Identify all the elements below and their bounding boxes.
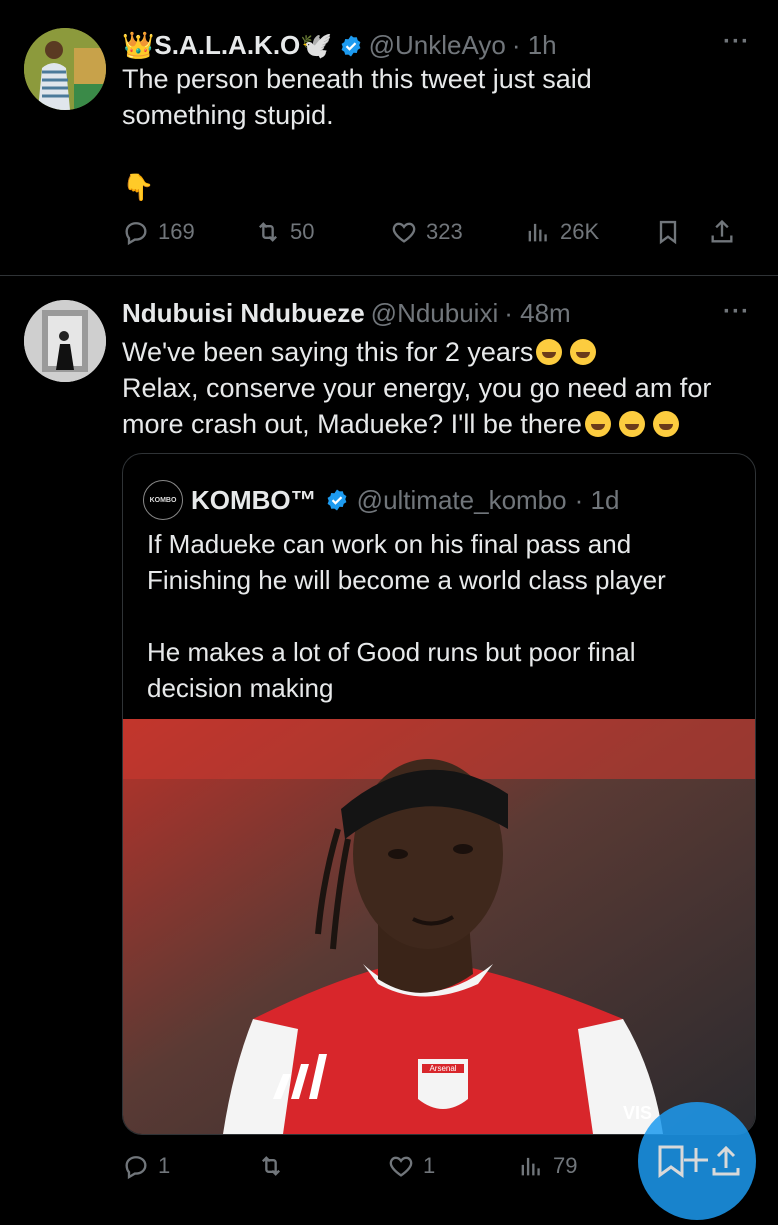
avatar-image (24, 300, 106, 382)
reply-count: 169 (158, 219, 195, 244)
quoted-tweet-image[interactable]: Arsenal VIS (123, 719, 755, 1134)
reply-icon (125, 1156, 147, 1180)
tweet-salako[interactable]: 👑S.A.L.A.K.O🕊️ @UnkleAyo · 1h ··· The pe… (0, 0, 778, 275)
quoted-text-line: If Madueke can work on his final pass an… (147, 529, 632, 559)
grinning-emoji (536, 339, 563, 365)
quoted-timestamp: · 1d (574, 484, 620, 515)
verified-icon (327, 489, 347, 511)
tweet-header: Ndubuisi Ndubueze @Ndubuixi · 48m (122, 298, 571, 329)
tweet-text-line: more crash out, Madueke? I'll be there (122, 406, 752, 442)
quoted-text-line: He makes a lot of Good runs but poor fin… (147, 637, 636, 667)
bookmark-icon (659, 220, 677, 245)
tweet-text-line: The person beneath this tweet just said (122, 64, 592, 94)
quoted-user-handle: @ultimate_kombo (356, 484, 567, 515)
avatar[interactable] (24, 28, 106, 110)
arsenal-badge: Arsenal (418, 1059, 468, 1109)
timestamp[interactable]: · 48m (504, 298, 570, 329)
user-handle[interactable]: @Ndubuixi (371, 298, 499, 329)
more-options-icon[interactable]: ··· (723, 28, 750, 56)
quoted-text-line: decision making (147, 673, 334, 703)
tweet-text-line-1: We've been saying this for 2 years (122, 337, 534, 367)
tweet-text-line: something stupid. (122, 100, 334, 130)
views-count: 79 (553, 1153, 578, 1178)
share-icon (711, 219, 733, 243)
share-button[interactable] (708, 218, 736, 246)
like-count: 323 (426, 219, 463, 244)
like-count: 1 (423, 1153, 436, 1178)
views-count: 26K (560, 219, 600, 244)
avatar[interactable] (24, 300, 106, 382)
quoted-display-name: KOMBO™ (191, 484, 317, 515)
repost-icon (262, 1156, 280, 1176)
tweet-text-line: We've been saying this for 2 years (122, 334, 752, 370)
views-icon (521, 1157, 540, 1176)
like-icon (389, 1156, 413, 1177)
reply-count: 1 (158, 1153, 171, 1178)
reply-button[interactable]: 1 (122, 1152, 257, 1180)
like-button[interactable]: 323 (390, 218, 524, 246)
quoted-tweet[interactable]: KOMBO KOMBO™ @ultimate_kombo · 1d If Mad… (122, 453, 756, 1135)
reply-icon (125, 222, 147, 246)
rofl-emoji (652, 411, 679, 437)
rofl-emoji (618, 411, 645, 437)
tweet-text: We've been saying this for 2 years Relax… (122, 334, 752, 442)
bookmark-button[interactable] (654, 218, 708, 246)
pointing-down-emoji: 👇 (122, 172, 155, 202)
display-name[interactable]: 👑S.A.L.A.K.O🕊️ (122, 30, 333, 61)
tweet-text-line-3: more crash out, Madueke? I'll be there (122, 409, 582, 439)
kombo-logo: KOMBO (143, 480, 183, 520)
views-icon (528, 223, 547, 242)
repost-icon (259, 222, 277, 242)
tweet-text: The person beneath this tweet just said … (122, 61, 742, 205)
avatar-image (24, 28, 106, 110)
repost-button[interactable] (257, 1152, 387, 1180)
verified-icon (341, 35, 361, 56)
like-button[interactable]: 1 (387, 1152, 517, 1180)
display-name[interactable]: Ndubuisi Ndubueze (122, 298, 365, 329)
badge-text: Arsenal (429, 1064, 456, 1073)
timestamp[interactable]: · 1h (512, 30, 557, 61)
action-bar: 169 50 323 26K (122, 212, 750, 252)
tweet-header: 👑S.A.L.A.K.O🕊️ @UnkleAyo · 1h (122, 30, 557, 61)
views-button[interactable]: 26K (524, 218, 654, 246)
repost-count: 50 (290, 219, 315, 244)
more-options-icon[interactable]: ··· (723, 298, 750, 326)
quoted-tweet-text: If Madueke can work on his final pass an… (147, 526, 737, 706)
grinning-emoji (584, 411, 611, 437)
user-handle[interactable]: @UnkleAyo (369, 30, 506, 61)
tweet-text-line: Relax, conserve your energy, you go need… (122, 373, 712, 403)
views-button[interactable]: 79 (517, 1152, 637, 1180)
compose-icon (658, 1145, 740, 1178)
repost-button[interactable]: 50 (254, 218, 390, 246)
like-icon (392, 222, 416, 243)
rofl-emoji (570, 339, 597, 365)
quoted-text-line: Finishing he will become a world class p… (147, 565, 666, 595)
reply-button[interactable]: 169 (122, 218, 254, 246)
quoted-tweet-header: KOMBO KOMBO™ @ultimate_kombo · 1d (143, 480, 619, 520)
compose-button[interactable] (638, 1102, 756, 1220)
